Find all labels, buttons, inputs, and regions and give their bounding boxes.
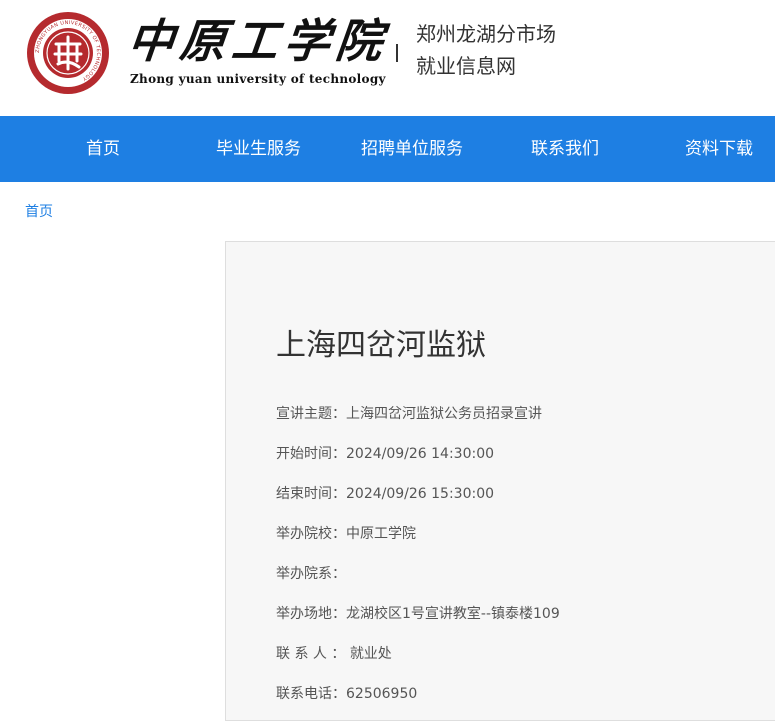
site-title: 郑州龙湖分市场 就业信息网 (416, 18, 556, 82)
info-label: 举办院系： (276, 566, 346, 582)
school-name-logo[interactable]: 中原工学院 Zhong yuan university of technolog… (125, 14, 391, 88)
info-label: 联 系 人 ： (276, 646, 346, 662)
site-header: ZHONGYUAN UNIVERSITY OF TECHNOLOGY 中原工学院… (0, 0, 775, 116)
breadcrumb-home-link[interactable]: 首页 (25, 202, 53, 222)
info-row-department: 举办院系： (276, 564, 346, 584)
info-label: 联系电话： (276, 686, 346, 702)
info-value: 龙湖校区1号宣讲教室--镇泰楼109 (346, 606, 560, 622)
info-row-school: 举办院校：中原工学院 (276, 524, 416, 544)
event-detail-panel: 上海四岔河监狱 宣讲主题：上海四岔河监狱公务员招录宣讲 开始时间：2024/09… (225, 241, 775, 721)
info-row-topic: 宣讲主题：上海四岔河监狱公务员招录宣讲 (276, 404, 542, 424)
nav-item-home[interactable]: 首页 (86, 116, 120, 182)
event-title: 上海四岔河监狱 (276, 328, 486, 363)
info-label: 宣讲主题： (276, 406, 346, 422)
info-label: 结束时间： (276, 486, 346, 502)
header-divider (396, 44, 398, 62)
nav-item-contact-us[interactable]: 联系我们 (531, 116, 599, 182)
site-title-line1: 郑州龙湖分市场 (416, 22, 556, 46)
info-label: 举办场地： (276, 606, 346, 622)
info-row-end-time: 结束时间：2024/09/26 15:30:00 (276, 484, 494, 504)
info-value: 2024/09/26 15:30:00 (346, 486, 495, 502)
info-value: 中原工学院 (346, 526, 416, 542)
main-nav: 首页 毕业生服务 招聘单位服务 联系我们 资料下载 (0, 116, 775, 182)
info-value: 就业处 (349, 646, 392, 662)
info-value: 上海四岔河监狱公务员招录宣讲 (346, 406, 542, 422)
school-name-en: Zhong yuan university of technology (130, 72, 386, 86)
info-row-contact: 联 系 人 ： 就业处 (276, 644, 392, 664)
info-value: 62506950 (346, 686, 418, 702)
school-name-cn: 中原工学院 (125, 14, 391, 68)
site-title-line2: 就业信息网 (416, 54, 516, 78)
info-row-start-time: 开始时间：2024/09/26 14:30:00 (276, 444, 494, 464)
info-row-venue: 举办场地：龙湖校区1号宣讲教室--镇泰楼109 (276, 604, 560, 624)
nav-item-employer-services[interactable]: 招聘单位服务 (361, 116, 463, 182)
nav-item-graduate-services[interactable]: 毕业生服务 (216, 116, 301, 182)
university-seal-logo[interactable]: ZHONGYUAN UNIVERSITY OF TECHNOLOGY (26, 11, 110, 95)
info-label: 开始时间： (276, 446, 346, 462)
info-value: 2024/09/26 14:30:00 (346, 446, 495, 462)
info-label: 举办院校： (276, 526, 346, 542)
nav-item-downloads[interactable]: 资料下载 (685, 116, 753, 182)
info-row-phone: 联系电话：62506950 (276, 684, 417, 704)
